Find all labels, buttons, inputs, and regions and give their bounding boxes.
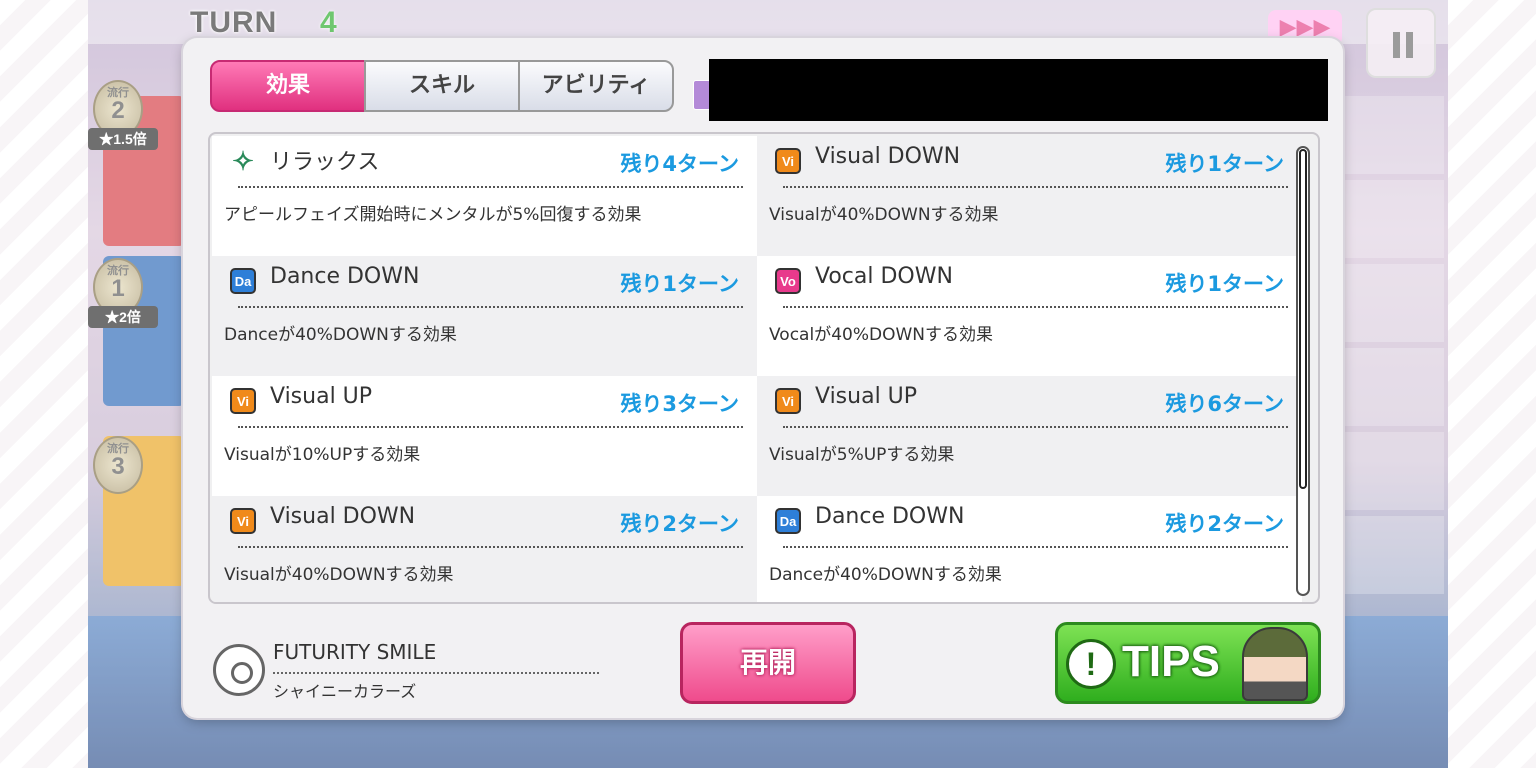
effect-turns: 残り2ターン (620, 512, 739, 536)
effect-item: Vo Vocal DOWN 残り1ターン Vocalが40%DOWNする効果 (757, 256, 1302, 376)
dance-icon: Da (775, 508, 801, 534)
tab-skills[interactable]: スキル (364, 60, 520, 112)
effect-divider (783, 306, 1288, 308)
effect-description: Visualが40%DOWNする効果 (224, 565, 454, 585)
vocal-icon: Vo (775, 268, 801, 294)
effects-grid: ✧ リラックス 残り4ターン アピールフェイズ開始時にメンタルが5%回復する効果 Vi V… (212, 136, 1302, 602)
visual-icon: Vi (230, 388, 256, 414)
song-divider (273, 672, 599, 674)
effect-description: Danceが40%DOWNする効果 (769, 565, 1002, 585)
cd-disc-icon (213, 644, 265, 696)
effect-divider (783, 186, 1288, 188)
effect-name: Visual UP (815, 384, 918, 409)
effect-divider (238, 426, 743, 428)
effect-name: Visual DOWN (815, 144, 961, 169)
effect-item: Da Dance DOWN 残り1ターン Danceが40%DOWNする効果 (212, 256, 757, 376)
tab-abilities[interactable]: アビリティ (518, 60, 674, 112)
effect-turns: 残り3ターン (620, 392, 739, 416)
effect-divider (238, 306, 743, 308)
effect-item: Da Dance DOWN 残り2ターン Danceが40%DOWNする効果 (757, 496, 1302, 602)
effect-turns: 残り4ターン (620, 152, 739, 176)
effect-description: アピールフェイズ開始時にメンタルが5%回復する効果 (224, 205, 642, 225)
resume-button[interactable]: 再開 (680, 622, 856, 704)
tab-bar: 効果 スキル アビリティ (210, 60, 674, 112)
effects-list[interactable]: ✧ リラックス 残り4ターン アピールフェイズ開始時にメンタルが5%回復する効果 Vi V… (208, 132, 1320, 604)
effect-divider (238, 546, 743, 548)
song-title: FUTURITY SMILE (273, 640, 437, 664)
effect-name: Visual DOWN (270, 504, 416, 529)
dance-icon: Da (230, 268, 256, 294)
tab-effects[interactable]: 効果 (210, 60, 366, 112)
effect-item: Vi Visual DOWN 残り2ターン Visualが40%DOWNする効果 (212, 496, 757, 602)
effect-item: Vi Visual UP 残り3ターン Visualが10%UPする効果 (212, 376, 757, 496)
effect-description: Visualが40%DOWNする効果 (769, 205, 999, 225)
effect-turns: 残り1ターン (1165, 272, 1284, 296)
character-portrait (1242, 627, 1308, 701)
visual-icon: Vi (775, 388, 801, 414)
scrollbar[interactable] (1296, 146, 1310, 596)
effect-name: リラックス (270, 150, 380, 175)
lightbulb-icon: ! (1066, 639, 1116, 689)
effects-dialog: 効果 スキル アビリティ ✧ リラックス 残り4ターンアピールフェイズ開始時にメンタ… (183, 38, 1343, 718)
visual-icon: Vi (230, 508, 256, 534)
song-artist: シャイニーカラーズ (273, 682, 417, 701)
tips-button[interactable]: ! TIPS (1055, 622, 1321, 704)
effect-divider (238, 186, 743, 188)
effect-item: Vi Visual DOWN 残り1ターン Visualが40%DOWNする効果 (757, 136, 1302, 256)
effect-description: Visualが10%UPする効果 (224, 445, 421, 465)
effect-turns: 残り1ターン (620, 272, 739, 296)
effect-turns: 残り2ターン (1165, 512, 1284, 536)
effect-divider (783, 546, 1288, 548)
redacted-area (709, 59, 1328, 121)
relax-icon: ✧ (232, 146, 254, 176)
effect-description: Danceが40%DOWNする効果 (224, 325, 457, 345)
effect-name: Visual UP (270, 384, 373, 409)
effect-divider (783, 426, 1288, 428)
tips-label: TIPS (1122, 637, 1220, 686)
effect-description: Vocalが40%DOWNする効果 (769, 325, 993, 345)
scrollbar-thumb[interactable] (1299, 149, 1307, 489)
effect-turns: 残り1ターン (1165, 152, 1284, 176)
effect-name: Dance DOWN (270, 264, 420, 289)
effect-name: Vocal DOWN (815, 264, 953, 289)
effect-item: ✧ リラックス 残り4ターンアピールフェイズ開始時にメンタルが5%回復する効果 (212, 136, 757, 256)
effect-turns: 残り6ターン (1165, 392, 1284, 416)
visual-icon: Vi (775, 148, 801, 174)
screen: TURN 4 ▶▶▶ 流行 2 ★1.5倍 流行 1 ★2倍 流行 3 効果 ス… (0, 0, 1536, 768)
effect-item: Vi Visual UP 残り6ターン Visualが5%UPする効果 (757, 376, 1302, 496)
effect-name: Dance DOWN (815, 504, 965, 529)
effect-description: Visualが5%UPする効果 (769, 445, 955, 465)
